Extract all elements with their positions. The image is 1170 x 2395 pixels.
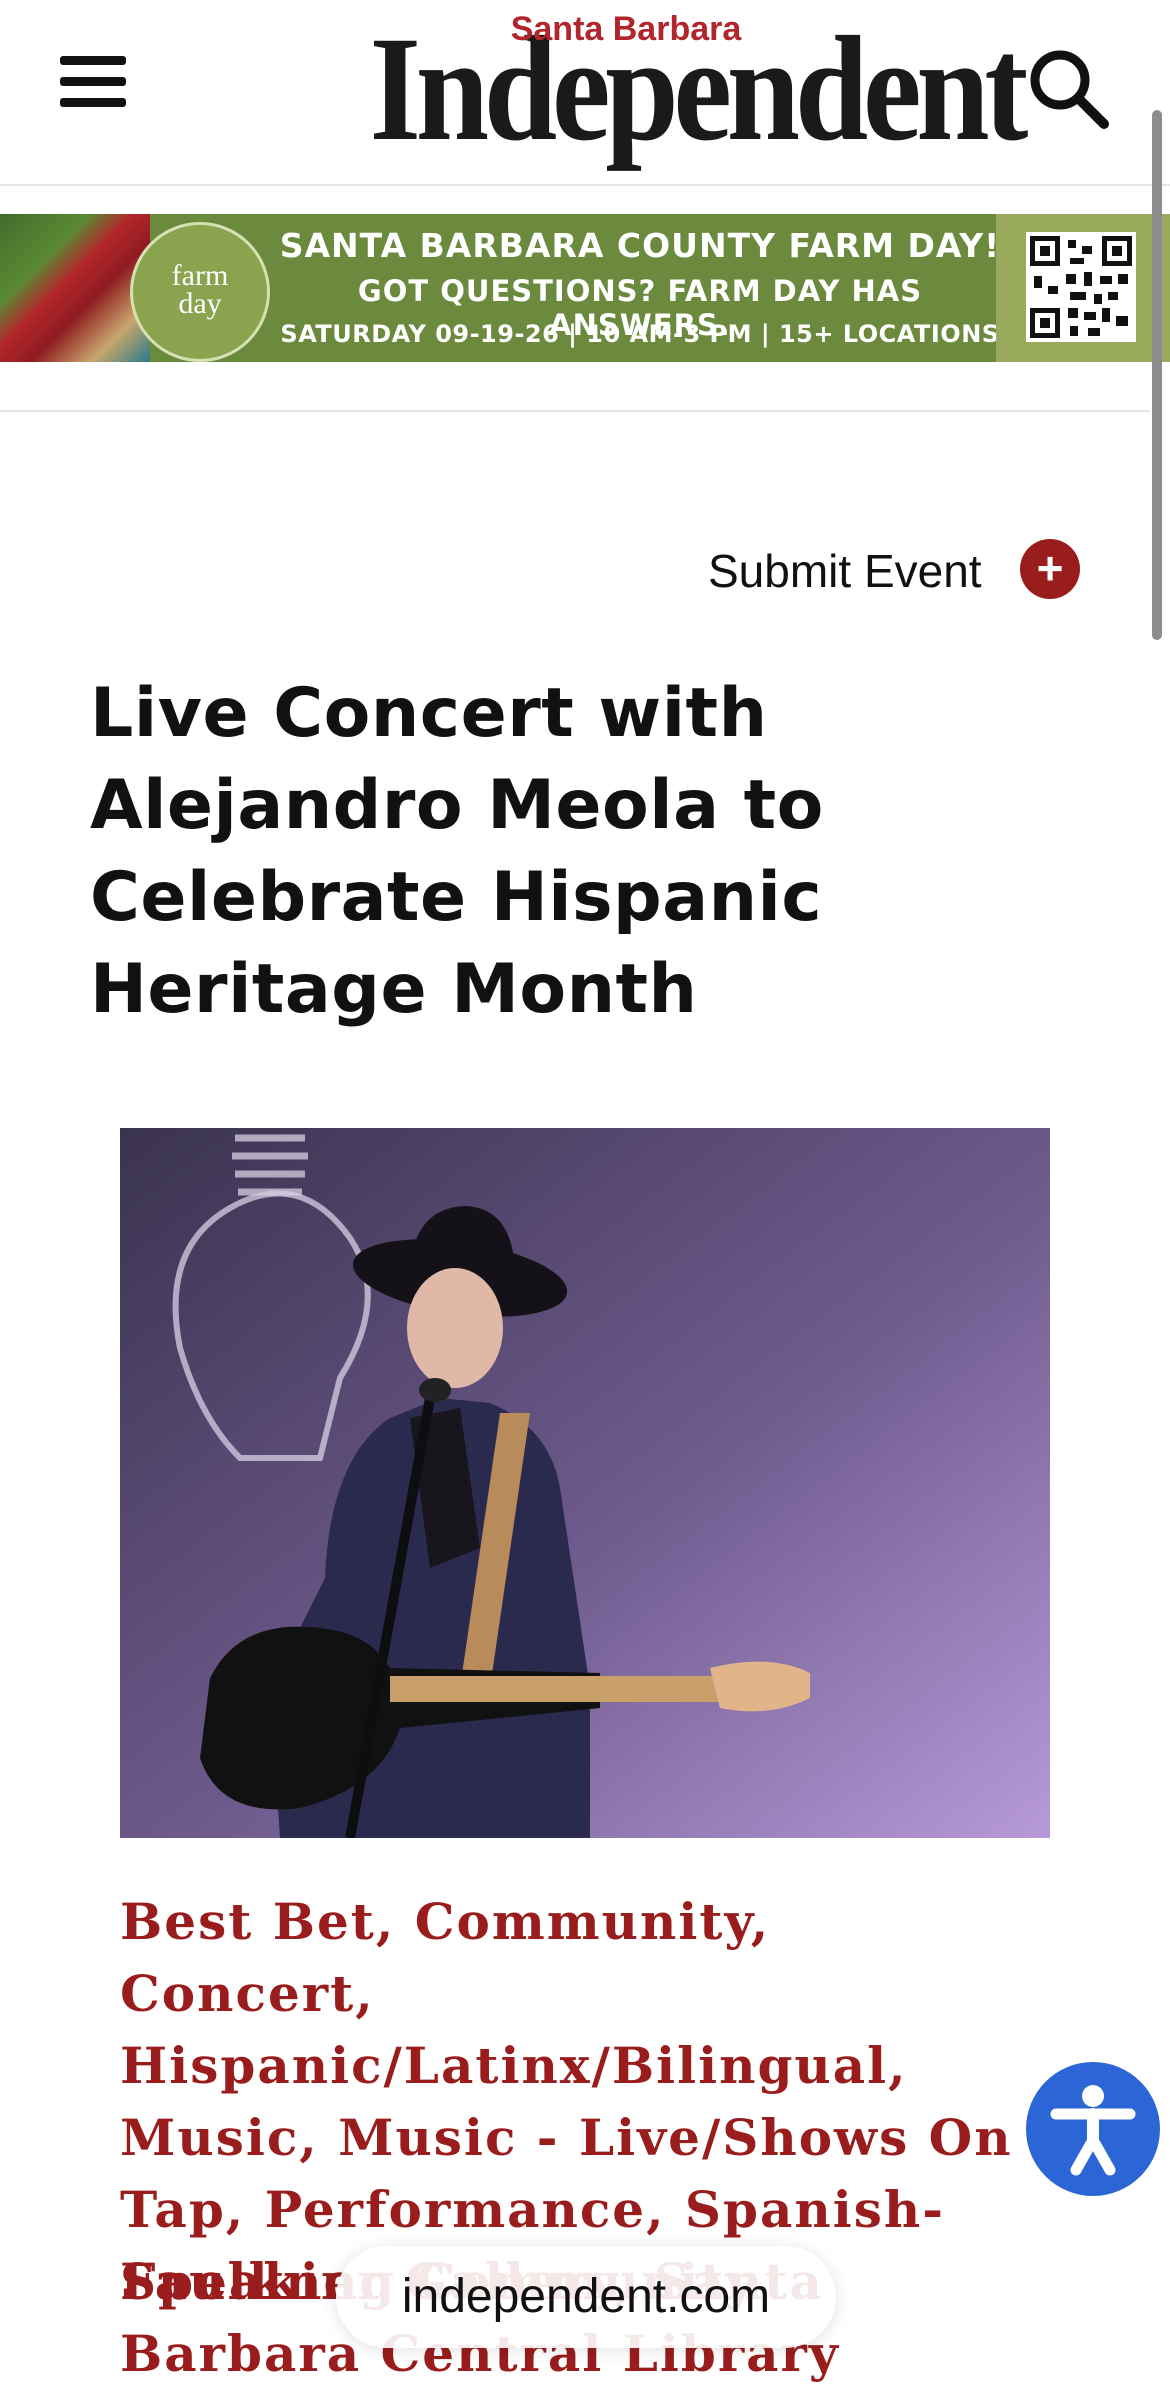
- submit-event-label: Submit Event: [708, 545, 982, 597]
- event-title: Live Concert with Alejandro Meola to Cel…: [90, 674, 824, 1029]
- farm-day-ad-banner[interactable]: farm day SANTA BARBARA COUNTY FARM DAY! …: [0, 214, 1170, 362]
- event-photo: [120, 1128, 1050, 1838]
- submit-event-button[interactable]: Submit Event +: [700, 530, 1090, 608]
- farm-day-badge: farm day: [130, 222, 270, 362]
- ad-qr-area: [996, 214, 1170, 362]
- accessibility-icon[interactable]: [1026, 2062, 1160, 2196]
- site-header: Independent Santa Barbara: [0, 0, 1170, 186]
- plus-circle-icon: +: [1020, 539, 1080, 599]
- produce-photo: [0, 214, 150, 362]
- site-logo[interactable]: Independent Santa Barbara: [336, 4, 1029, 174]
- section-divider: [0, 410, 1150, 412]
- ad-details: SATURDAY 09-19-26 | 10 AM-3 PM | 15+ LOC…: [280, 320, 1000, 348]
- hamburger-menu-icon[interactable]: [56, 50, 130, 114]
- ad-text-block: SANTA BARBARA COUNTY FARM DAY! GOT QUEST…: [270, 214, 1010, 362]
- qr-code-icon: [1026, 232, 1136, 342]
- logo-santa-barbara: Santa Barbara: [510, 10, 742, 48]
- browser-url-bar[interactable]: independent.com: [336, 2246, 836, 2348]
- badge-day-text: day: [178, 287, 222, 320]
- search-icon[interactable]: [1024, 44, 1114, 134]
- scrollbar[interactable]: [1152, 110, 1162, 640]
- ad-headline: SANTA BARBARA COUNTY FARM DAY!: [279, 226, 1001, 265]
